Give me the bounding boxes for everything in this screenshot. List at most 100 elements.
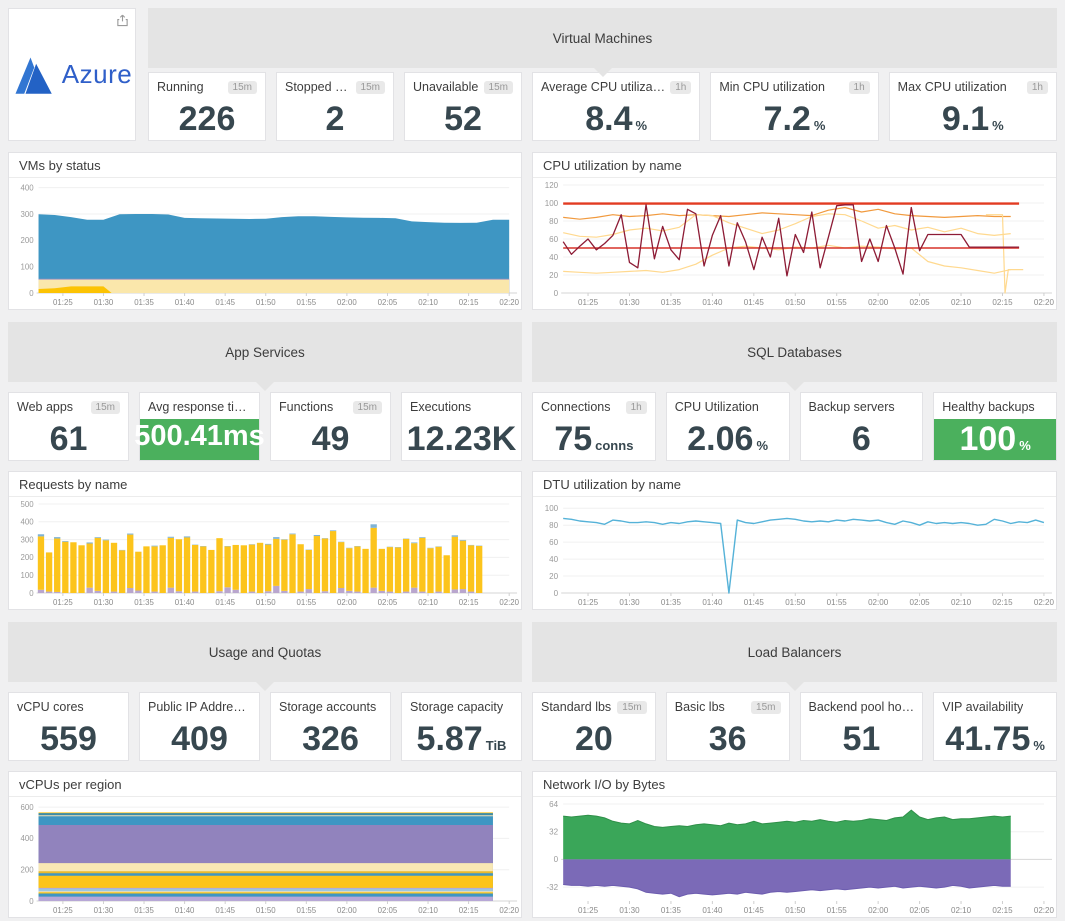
chart-tile-dtu-utilization[interactable]: DTU utilization by name 02040608010001:2… (532, 471, 1057, 610)
stat-label: Storage capacity (410, 700, 503, 714)
svg-text:0: 0 (554, 855, 559, 864)
svg-text:01:30: 01:30 (619, 598, 640, 607)
share-icon-glyph (116, 14, 129, 27)
svg-text:02:15: 02:15 (459, 298, 479, 307)
chart-tile-vcpus-per-region[interactable]: vCPUs per region 020040060001:2501:3001:… (8, 771, 522, 918)
stat-tile-basic-lbs[interactable]: Basic lbs15m 36 (666, 692, 790, 761)
svg-text:01:25: 01:25 (53, 906, 73, 915)
svg-text:01:55: 01:55 (827, 298, 848, 307)
stat-tile-backup-servers[interactable]: Backup servers 6 (800, 392, 924, 461)
svg-text:02:10: 02:10 (418, 906, 438, 915)
svg-text:02:15: 02:15 (992, 298, 1013, 307)
stat-value: 100 (959, 420, 1016, 459)
svg-text:200: 200 (20, 236, 34, 245)
svg-text:300: 300 (20, 535, 34, 544)
svg-text:01:35: 01:35 (661, 298, 682, 307)
stat-value: 559 (40, 720, 97, 759)
vms-by-status-chart[interactable]: 010020030040001:2501:3001:3501:4001:4501… (9, 178, 521, 309)
stat-tile-sql-cpu-utilization[interactable]: CPU Utilization 2.06% (666, 392, 790, 461)
svg-text:01:45: 01:45 (744, 906, 765, 915)
svg-text:02:10: 02:10 (418, 598, 438, 607)
svg-text:01:25: 01:25 (578, 298, 599, 307)
stat-tile-unavailable[interactable]: Unavailable15m 52 (404, 72, 522, 141)
requests-by-name-chart[interactable]: 010020030040050001:2501:3001:3501:4001:4… (9, 497, 521, 609)
group-banner-app-services[interactable]: App Services (8, 322, 522, 382)
network-io-chart[interactable]: -320326401:2501:3001:3501:4001:4501:5001… (533, 797, 1056, 917)
svg-text:02:00: 02:00 (868, 298, 889, 307)
group-title: App Services (225, 345, 305, 360)
svg-text:0: 0 (29, 589, 34, 598)
chart-tile-cpu-utilization[interactable]: CPU utilization by name 0204060801001200… (532, 152, 1057, 310)
group-banner-sql-databases[interactable]: SQL Databases (532, 322, 1057, 382)
banner-notch (594, 68, 612, 77)
stat-tile-avg-response-time[interactable]: Avg response time 500.41ms (139, 392, 260, 461)
group-banner-load-balancers[interactable]: Load Balancers (532, 622, 1057, 682)
svg-text:40: 40 (549, 253, 558, 262)
svg-text:80: 80 (549, 217, 558, 226)
svg-text:01:55: 01:55 (296, 906, 316, 915)
svg-text:02:00: 02:00 (337, 906, 357, 915)
svg-text:02:20: 02:20 (1034, 298, 1055, 307)
stat-tile-max-cpu[interactable]: Max CPU utilization1h 9.1% (889, 72, 1057, 141)
stat-tile-web-apps[interactable]: Web apps15m 61 (8, 392, 129, 461)
chart-tile-requests-by-name[interactable]: Requests by name 010020030040050001:2501… (8, 471, 522, 610)
stat-tile-vcpu-cores[interactable]: vCPU cores 559 (8, 692, 129, 761)
stat-label: vCPU cores (17, 700, 84, 714)
vcpus-per-region-chart[interactable]: 020040060001:2501:3001:3501:4001:4501:50… (9, 797, 521, 917)
svg-text:02:00: 02:00 (868, 906, 889, 915)
share-icon[interactable] (116, 14, 129, 27)
stat-tile-stopped-deallocated[interactable]: Stopped Deall...15m 2 (276, 72, 394, 141)
stat-tile-public-ip-addresses[interactable]: Public IP Addresses 409 (139, 692, 260, 761)
stat-tile-healthy-backups[interactable]: Healthy backups 100% (933, 392, 1057, 461)
stat-value: 12.23K (407, 420, 517, 459)
svg-text:02:05: 02:05 (910, 906, 931, 915)
svg-text:01:50: 01:50 (256, 598, 276, 607)
svg-text:01:40: 01:40 (175, 298, 195, 307)
chart-title: VMs by status (9, 153, 521, 178)
svg-text:02:20: 02:20 (1034, 598, 1055, 607)
stat-tile-connections[interactable]: Connections1h 75conns (532, 392, 656, 461)
svg-text:0: 0 (29, 289, 34, 298)
svg-text:0: 0 (554, 289, 559, 298)
svg-text:01:40: 01:40 (702, 906, 723, 915)
group-banner-usage-quotas[interactable]: Usage and Quotas (8, 622, 522, 682)
stat-value: 52 (444, 100, 482, 139)
stat-tile-executions[interactable]: Executions 12.23K (401, 392, 522, 461)
svg-text:-32: -32 (547, 883, 559, 892)
svg-text:01:50: 01:50 (256, 298, 276, 307)
svg-text:01:25: 01:25 (578, 906, 599, 915)
svg-text:200: 200 (20, 865, 34, 874)
stat-value: 7.2 (764, 100, 811, 139)
group-banner-virtual-machines[interactable]: Virtual Machines (148, 8, 1057, 68)
svg-text:300: 300 (20, 210, 34, 219)
svg-text:40: 40 (549, 555, 558, 564)
svg-text:01:30: 01:30 (619, 906, 640, 915)
svg-text:02:15: 02:15 (992, 598, 1013, 607)
timeframe-badge: 1h (626, 401, 647, 414)
stat-tile-functions[interactable]: Functions15m 49 (270, 392, 391, 461)
stat-label: Stopped Deall... (285, 80, 352, 94)
cpu-utilization-chart[interactable]: 02040608010012001:2501:3001:3501:4001:45… (533, 178, 1056, 309)
dtu-utilization-chart[interactable]: 02040608010001:2501:3001:3501:4001:4501:… (533, 497, 1056, 609)
azure-logo-text: Azure (62, 59, 132, 90)
svg-text:01:55: 01:55 (827, 906, 848, 915)
stat-tile-min-cpu[interactable]: Min CPU utilization1h 7.2% (710, 72, 878, 141)
stat-value: 9.1 (942, 100, 989, 139)
group-title: SQL Databases (747, 345, 842, 360)
group-title: Virtual Machines (553, 31, 653, 46)
chart-tile-network-io[interactable]: Network I/O by Bytes -320326401:2501:300… (532, 771, 1057, 918)
svg-text:02:15: 02:15 (459, 598, 479, 607)
svg-text:120: 120 (545, 181, 559, 190)
stat-tile-backend-pool-host-count[interactable]: Backend pool host count 51 (800, 692, 924, 761)
stat-tile-average-cpu[interactable]: Average CPU utilization1h 8.4% (532, 72, 700, 141)
stat-tile-storage-capacity[interactable]: Storage capacity 5.87TiB (401, 692, 522, 761)
stat-tile-running[interactable]: Running15m 226 (148, 72, 266, 141)
azure-logo-mark (12, 55, 54, 95)
stat-value: 226 (179, 100, 236, 139)
stat-tile-storage-accounts[interactable]: Storage accounts 326 (270, 692, 391, 761)
svg-text:01:45: 01:45 (744, 298, 765, 307)
stat-tile-vip-availability[interactable]: VIP availability 41.75% (933, 692, 1057, 761)
stat-tile-standard-lbs[interactable]: Standard lbs15m 20 (532, 692, 656, 761)
chart-tile-vms-by-status[interactable]: VMs by status 010020030040001:2501:3001:… (8, 152, 522, 310)
svg-text:400: 400 (20, 183, 34, 192)
